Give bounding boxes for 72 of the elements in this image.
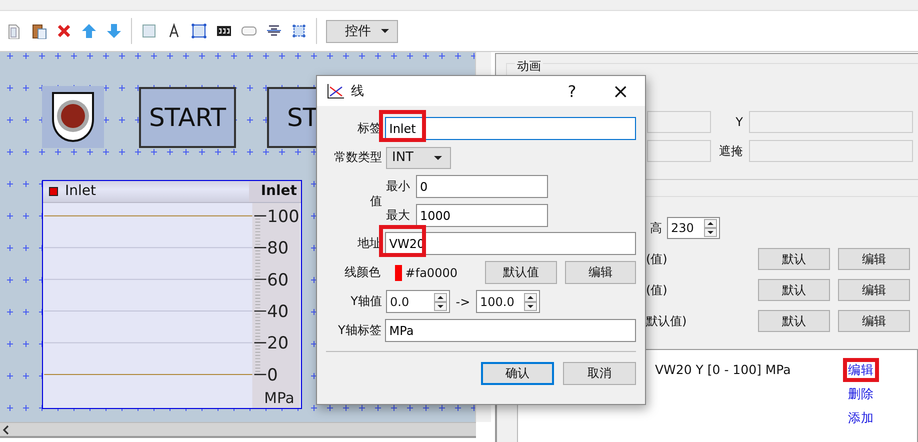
up-arrow-icon[interactable] — [81, 23, 97, 39]
lamp-icon[interactable] — [50, 91, 96, 143]
panel-button[interactable]: 默认 — [758, 248, 830, 270]
selection-icon[interactable] — [291, 23, 307, 39]
panel-button[interactable]: 默认 — [758, 310, 830, 332]
field-label: 最小 — [386, 178, 411, 195]
type-dropdown[interactable]: INT — [386, 146, 451, 168]
property-label: 默认值) — [646, 312, 688, 330]
panel-button[interactable]: 默认 — [758, 279, 830, 301]
caret-icon[interactable] — [434, 156, 442, 160]
panel-button[interactable]: 编辑 — [838, 248, 910, 270]
stepper-icon[interactable] — [524, 292, 537, 310]
input-field[interactable]: 0 — [416, 175, 548, 198]
list-entry[interactable]: VW20 Y [0 - 100] MPa — [655, 362, 843, 377]
dialog-button[interactable]: 取消 — [563, 362, 636, 385]
panel-button[interactable]: 编辑 — [838, 279, 910, 301]
link[interactable]: 编辑 — [843, 358, 879, 382]
delete-icon[interactable] — [56, 23, 72, 39]
dialog-button[interactable]: 确认 — [481, 362, 554, 385]
field-label: 线颜色 — [344, 264, 381, 281]
down-arrow-icon[interactable] — [106, 23, 122, 39]
axis-title: MPa — [264, 389, 294, 408]
axis-label: 100 — [267, 206, 300, 226]
axis-label: 40 — [267, 300, 289, 321]
close-button[interactable]: × — [608, 79, 633, 103]
document-icon[interactable] — [31, 23, 47, 39]
axis-label: 20 — [267, 332, 289, 353]
input-field[interactable] — [647, 111, 711, 133]
controls-dropdown[interactable]: 控件 — [326, 20, 398, 42]
field-label: 高 — [650, 220, 662, 236]
dialog-button[interactable]: 编辑 — [564, 261, 636, 284]
trend-chart[interactable]: Inlet Inlet 0 20 40 60 80 100 MPa — [42, 180, 302, 409]
field-label: Y轴标签 — [336, 322, 382, 339]
input-field[interactable] — [647, 140, 711, 162]
input-field[interactable]: Inlet — [385, 117, 636, 140]
input-field[interactable]: MPa — [385, 319, 636, 342]
input-field[interactable]: 1000 — [416, 204, 548, 227]
field-label: 最大 — [386, 207, 411, 224]
field-label: 常数类型 — [333, 149, 382, 166]
help-button[interactable]: ? — [564, 82, 580, 100]
chart-title: Inlet — [249, 181, 301, 202]
axis-label: 0 — [267, 364, 278, 384]
input-field[interactable] — [749, 111, 913, 133]
legend-label: Inlet — [65, 183, 96, 200]
link[interactable]: 添加 — [843, 406, 879, 430]
numeric-display-icon[interactable] — [216, 23, 232, 39]
field-label: Y — [734, 115, 744, 129]
field-label: Y轴值 — [350, 293, 382, 310]
axis-label: 80 — [267, 237, 289, 258]
panel-button[interactable]: 编辑 — [838, 310, 910, 332]
hmi-button[interactable]: START — [139, 86, 236, 148]
spin-box[interactable]: 100.0 — [476, 290, 540, 313]
color-value: #fa0000 — [405, 266, 458, 280]
input-field[interactable] — [749, 140, 913, 162]
field-label: 遮掩 — [718, 142, 744, 160]
stepper-icon[interactable] — [434, 292, 447, 310]
property-label: (值) — [646, 282, 668, 298]
range-arrow: -> — [454, 294, 472, 308]
property-label: (值) — [646, 250, 668, 268]
horizontal-scrollbar[interactable] — [0, 422, 476, 438]
group-title: 动画 — [515, 58, 543, 75]
dialog-button[interactable]: 默认值 — [485, 261, 557, 284]
field-label: 值 — [369, 192, 382, 210]
stepper-icon[interactable] — [704, 219, 717, 237]
spin-box[interactable]: 230 — [667, 217, 720, 239]
spin-box[interactable]: 0.0 — [386, 290, 450, 313]
indicator-lamp[interactable] — [42, 86, 104, 148]
caret-icon[interactable] — [381, 29, 389, 33]
frame-icon[interactable] — [191, 23, 207, 39]
chart-icon[interactable] — [327, 83, 345, 99]
axis-label: 60 — [267, 269, 289, 290]
link[interactable]: 删除 — [843, 382, 879, 406]
